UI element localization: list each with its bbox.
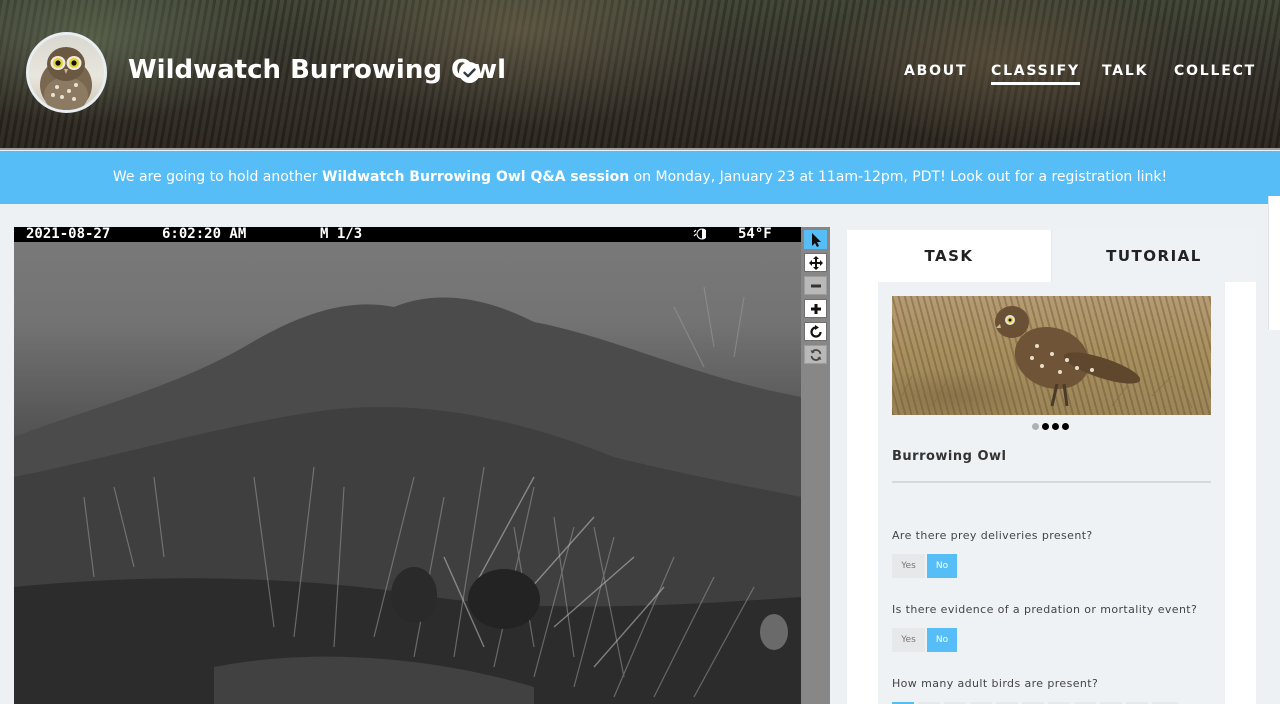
announcement-prefix: We are going to hold another: [112, 169, 323, 185]
camera-temperature: 54°F: [738, 227, 772, 242]
species-example-image: [892, 296, 1211, 415]
side-feedback-tab[interactable]: [1268, 196, 1280, 330]
tab-tutorial[interactable]: TUTORIAL: [1051, 230, 1256, 282]
zoom-out-tool[interactable]: [804, 276, 827, 295]
rotate-icon: [809, 324, 822, 338]
annotate-tool[interactable]: [804, 230, 827, 249]
announcement-banner: We are going to hold another Wildwatch B…: [0, 151, 1280, 204]
predation-event-yes[interactable]: Yes: [892, 628, 925, 652]
reset-tool[interactable]: [804, 345, 827, 364]
minus-icon: [810, 284, 821, 287]
nav-talk[interactable]: TALK: [1102, 63, 1148, 79]
species-divider: [892, 481, 1211, 483]
project-title[interactable]: Wildwatch Burrowing Owl: [128, 55, 506, 85]
camera-time: 6:02:20 AM: [162, 227, 247, 242]
refresh-icon: [810, 348, 821, 361]
announcement-suffix: on Monday, January 23 at 11am-12pm, PDT!…: [629, 169, 1168, 185]
project-avatar[interactable]: [26, 32, 107, 113]
carousel-dot-1[interactable]: [1032, 423, 1039, 430]
plus-icon: [810, 303, 821, 314]
announcement-highlight: Wildwatch Burrowing Owl Q&A session: [322, 169, 630, 185]
subject-image[interactable]: 2021-08-27 6:02:20 AM M 1/3 54°F: [14, 227, 801, 704]
carousel-dot-4[interactable]: [1062, 423, 1069, 430]
prey-deliveries-no[interactable]: No: [927, 554, 957, 578]
camera-info-strip: 2021-08-27 6:02:20 AM M 1/3 54°F: [14, 227, 801, 242]
verified-badge-icon: [459, 62, 480, 83]
nav-about[interactable]: ABOUT: [904, 63, 967, 79]
carousel-dots: [1032, 423, 1069, 430]
nav-classify[interactable]: CLASSIFY: [991, 63, 1080, 85]
camera-date: 2021-08-27: [26, 227, 111, 242]
nav-collect[interactable]: COLLECT: [1174, 63, 1256, 79]
pan-tool[interactable]: [804, 253, 827, 272]
predation-event-no[interactable]: No: [927, 628, 957, 652]
trail-camera-scene: [14, 286, 801, 704]
question-prey-deliveries: Are there prey deliveries present?: [892, 529, 1093, 542]
prey-deliveries-yes[interactable]: Yes: [892, 554, 925, 578]
question-predation-event: Is there evidence of a predation or mort…: [892, 603, 1198, 616]
pointer-arrow-icon: [811, 232, 821, 247]
camera-frame: M 1/3: [320, 227, 363, 242]
task-body: Burrowing Owl Are there prey deliveries …: [878, 282, 1225, 704]
question-adult-birds: How many adult birds are present?: [892, 677, 1099, 690]
carousel-dot-2[interactable]: [1042, 423, 1049, 430]
move-arrows-icon: [808, 255, 823, 270]
zoom-in-tool[interactable]: [804, 299, 827, 318]
task-panel: TASK TUTORIAL Burrowing Owl Are there pr…: [847, 230, 1256, 704]
species-name: Burrowing Owl: [892, 449, 1007, 464]
rotate-tool[interactable]: [804, 322, 827, 341]
image-toolbar: [801, 227, 830, 704]
tab-task[interactable]: TASK: [847, 230, 1051, 282]
carousel-dot-3[interactable]: [1052, 423, 1059, 430]
project-header: Wildwatch Burrowing Owl ABOUT CLASSIFY T…: [0, 0, 1280, 150]
